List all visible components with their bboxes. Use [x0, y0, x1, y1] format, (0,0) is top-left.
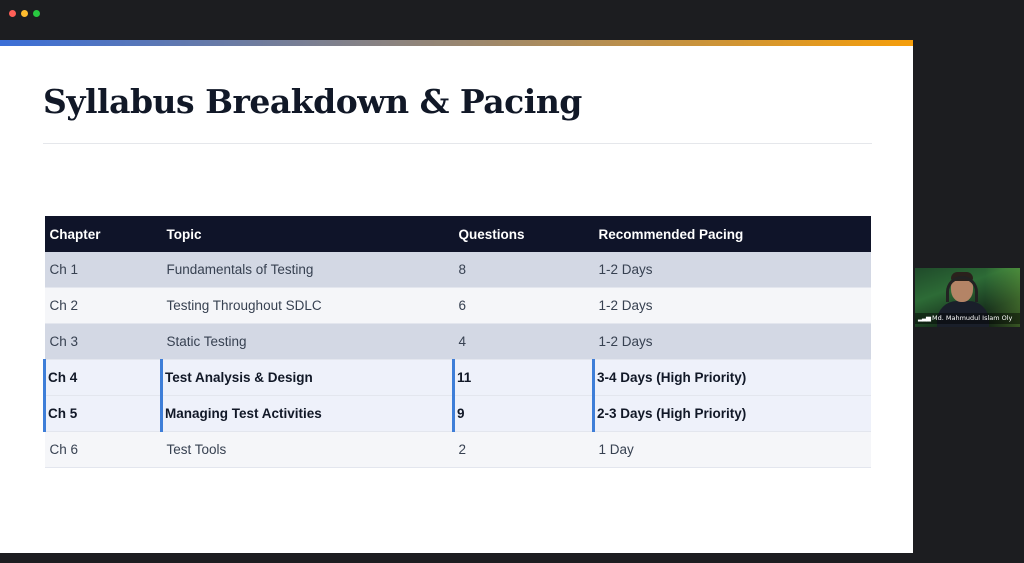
header-chapter: Chapter [44, 216, 162, 252]
cell-pacing: 3-4 Days (High Priority) [592, 359, 871, 396]
slide-accent-bar [0, 40, 913, 46]
cell-topic: Test Tools [161, 431, 454, 468]
table-row: Ch 1 Fundamentals of Testing 8 1-2 Days [44, 252, 871, 288]
cell-chapter: Ch 2 [44, 287, 162, 324]
cell-topic: Test Analysis & Design [160, 359, 454, 396]
cell-topic: Testing Throughout SDLC [161, 287, 454, 324]
table-row: Ch 4 Test Analysis & Design 11 3-4 Days (Hi… [43, 359, 871, 396]
title-divider [43, 143, 872, 144]
table-row: Ch 3 Static Testing 4 1-2 Days [44, 323, 871, 360]
cell-chapter: Ch 6 [44, 431, 162, 468]
cell-pacing: 1-2 Days [593, 323, 871, 360]
cell-chapter: Ch 5 [43, 395, 162, 432]
participant-name: Md. Mahmudul Islam Oly [932, 314, 1013, 322]
maximize-window-button[interactable] [33, 10, 40, 17]
cell-chapter: Ch 1 [44, 252, 162, 288]
cell-questions: 2 [453, 431, 594, 468]
participant-video-tile[interactable]: ▂▃▅ Md. Mahmudul Islam Oly [915, 268, 1020, 327]
headset-icon [946, 276, 978, 302]
syllabus-table: Chapter Topic Questions Recommended Paci… [43, 216, 871, 468]
minimize-window-button[interactable] [21, 10, 28, 17]
cell-pacing: 2-3 Days (High Priority) [592, 395, 871, 432]
presentation-slide: Syllabus Breakdown & Pacing Chapter Topi… [0, 40, 913, 553]
cell-questions: 11 [452, 359, 594, 396]
table-row: Ch 5 Managing Test Activities 9 2-3 Days (H… [43, 395, 871, 432]
participant-name-label: ▂▃▅ Md. Mahmudul Islam Oly [915, 313, 1020, 324]
cell-pacing: 1-2 Days [593, 252, 871, 288]
cell-questions: 8 [453, 252, 594, 288]
slide-title: Syllabus Breakdown & Pacing [43, 82, 582, 121]
cell-pacing: 1-2 Days [593, 287, 871, 324]
signal-bars-icon: ▂▃▅ [918, 314, 931, 322]
cell-topic: Managing Test Activities [160, 395, 454, 432]
window-titlebar [0, 0, 1024, 40]
cell-questions: 4 [453, 323, 594, 360]
cell-topic: Static Testing [161, 323, 454, 360]
header-topic: Topic [161, 216, 454, 252]
close-window-button[interactable] [9, 10, 16, 17]
table-row: Ch 2 Testing Throughout SDLC 6 1-2 Days [44, 287, 871, 324]
cell-chapter: Ch 3 [44, 323, 162, 360]
cell-pacing: 1 Day [593, 431, 871, 468]
cell-chapter: Ch 4 [43, 359, 162, 396]
table-header-row: Chapter Topic Questions Recommended Paci… [44, 216, 871, 252]
cell-topic: Fundamentals of Testing [161, 252, 454, 288]
header-pacing: Recommended Pacing [593, 216, 871, 252]
cell-questions: 6 [453, 287, 594, 324]
cell-questions: 9 [452, 395, 594, 432]
header-questions: Questions [453, 216, 594, 252]
table-row: Ch 6 Test Tools 2 1 Day [44, 431, 871, 468]
